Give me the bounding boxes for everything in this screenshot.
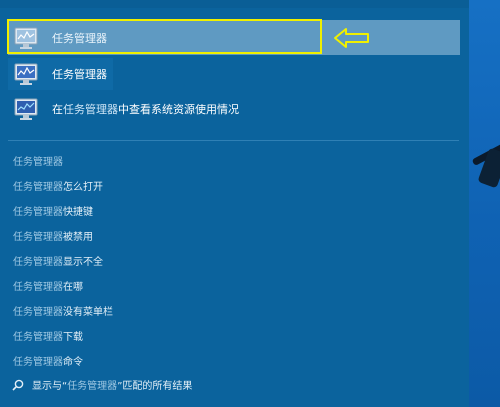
suggestion-item[interactable]: 任务管理器被禁用 xyxy=(13,228,93,243)
result-label: 任务管理器 xyxy=(52,68,107,81)
resource-monitor-result[interactable]: 在任务管理器中查看系统资源使用情况 xyxy=(8,93,308,125)
suggestion-item[interactable]: 任务管理器没有菜单栏 xyxy=(13,303,113,318)
suggestion-item[interactable]: 任务管理器怎么打开 xyxy=(13,178,103,193)
desktop-background xyxy=(469,0,500,407)
task-manager-icon xyxy=(12,60,40,88)
suggestion-item[interactable]: 任务管理器快捷键 xyxy=(13,203,93,218)
resource-monitor-icon xyxy=(12,95,40,123)
show-all-results-link[interactable]: 显示与“ 任务管理器 ”匹配的所有结果 xyxy=(12,377,192,392)
search-icon xyxy=(12,379,24,391)
suggestion-item[interactable]: 任务管理器 xyxy=(13,153,63,168)
annotation-highlight-box xyxy=(7,19,322,54)
suggestion-item[interactable]: 任务管理器显示不全 xyxy=(13,253,103,268)
section-divider xyxy=(8,140,459,141)
suggestion-item[interactable]: 任务管理器命令 xyxy=(13,353,83,368)
task-manager-result[interactable]: 任务管理器 xyxy=(8,58,113,90)
suggestion-item[interactable]: 任务管理器下载 xyxy=(13,328,83,343)
annotation-arrow-icon xyxy=(334,28,369,48)
panel-top-edge xyxy=(0,0,469,8)
search-results-panel: 任务管理器 任务管理器 在任务管理器中查看系统资源使用情况 任务管理器 任务管理… xyxy=(0,0,469,407)
result-label: 在任务管理器中查看系统资源使用情况 xyxy=(52,103,239,116)
suggestion-item[interactable]: 任务管理器在哪 xyxy=(13,278,83,293)
